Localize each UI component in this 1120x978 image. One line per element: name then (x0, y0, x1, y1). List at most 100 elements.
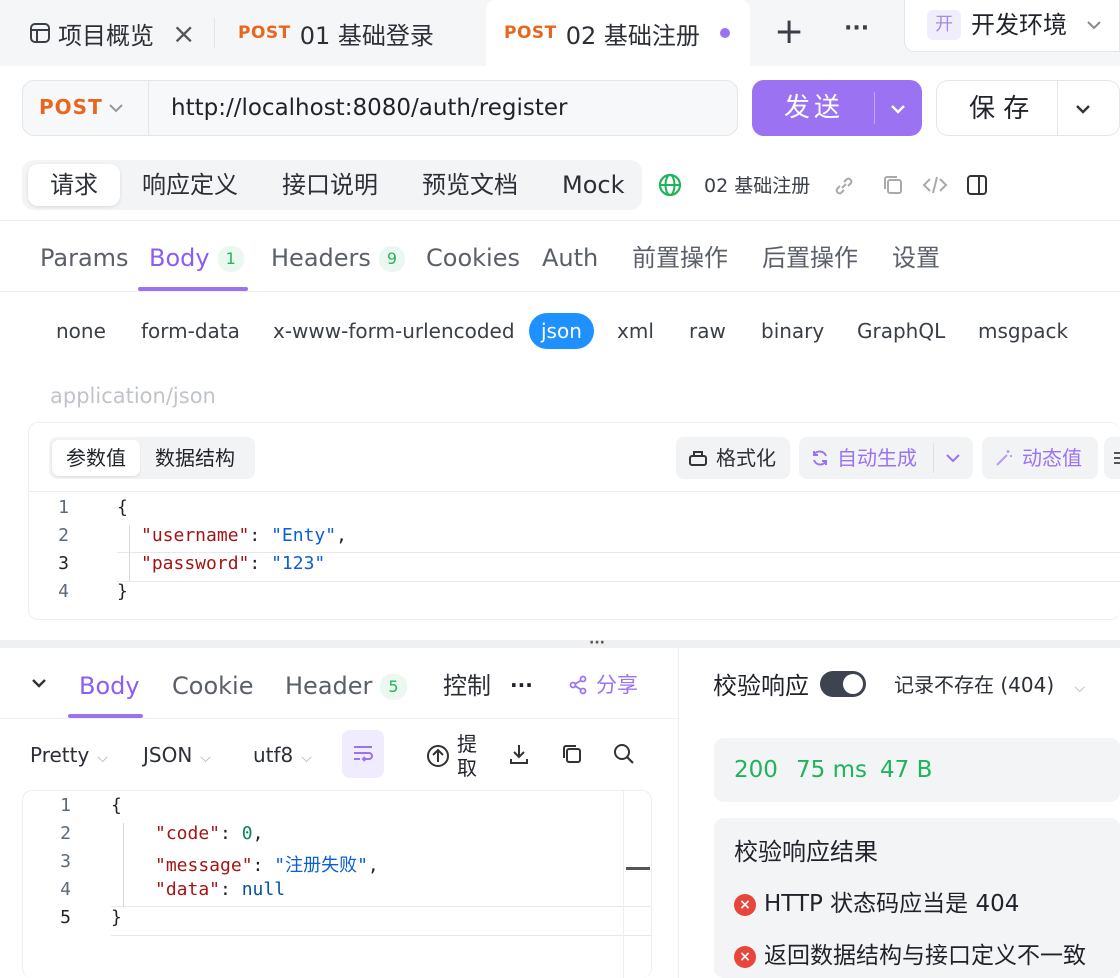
share-button[interactable]: 分享 (568, 670, 638, 700)
panel-toggle-icon[interactable] (966, 174, 988, 196)
method-select[interactable]: POST (23, 81, 149, 135)
indent-guide (123, 823, 124, 907)
tab-body[interactable]: Body 1 (149, 240, 244, 276)
tab-bar: 项目概览 × POST 01 基础登录 POST 02 基础注册 + ··· 开… (0, 0, 1120, 66)
environment-select[interactable]: 开 开发环境 (904, 0, 1120, 52)
tab-post-script[interactable]: 后置操作 (762, 240, 858, 276)
resize-handle[interactable]: ··· (589, 636, 605, 650)
body-type-form-data[interactable]: form-data (141, 318, 240, 344)
more-tools-button[interactable] (1104, 437, 1120, 479)
send-label: 发送 (784, 93, 845, 123)
method-value: POST (39, 95, 103, 119)
extract-icon (426, 744, 450, 768)
extract-button[interactable]: 提取 (426, 732, 482, 780)
method-label: POST (238, 23, 291, 43)
chevron-down-icon: ⌵ (1074, 680, 1086, 696)
pretty-select[interactable]: Pretty ⌵ (30, 740, 108, 773)
unsaved-dot-icon (719, 28, 730, 38)
response-time: 75 ms (796, 757, 867, 783)
chevron-down-icon[interactable] (944, 449, 962, 467)
tab-response-definition[interactable]: 响应定义 (142, 160, 238, 210)
auto-generate-button[interactable]: 自动生成 (799, 437, 973, 479)
resp-tab-console[interactable]: 控制 (443, 668, 491, 704)
dynamic-value-button[interactable]: 动态值 (982, 437, 1098, 479)
body-type-binary[interactable]: binary (761, 318, 824, 344)
add-tab-button[interactable]: + (774, 10, 804, 54)
tab-pre-script[interactable]: 前置操作 (632, 240, 728, 276)
tab-api-description[interactable]: 接口说明 (282, 160, 378, 210)
refresh-icon (810, 448, 830, 468)
validation-title: 校验响应结果 (734, 838, 878, 866)
tab-auth[interactable]: Auth (542, 240, 598, 276)
tab-project-overview[interactable]: 项目概览 × (28, 0, 195, 66)
scrollbar[interactable] (623, 791, 651, 978)
body-type-graphql[interactable]: GraphQL (857, 318, 945, 344)
extract-label: 提取 (457, 732, 477, 780)
active-line-highlight (111, 906, 651, 936)
copy-icon[interactable] (882, 174, 904, 196)
tab-params[interactable]: Params (40, 240, 129, 276)
response-body-viewer[interactable]: 1{ 2 "code": 0, 3 "message": "注册失败", 4 "dat… (22, 790, 652, 978)
link-icon[interactable] (832, 174, 856, 198)
format-select[interactable]: JSON ⌵ (143, 740, 211, 773)
search-icon[interactable] (613, 743, 635, 765)
tab-label: 01 基础登录 (299, 21, 434, 50)
error-icon: × (734, 945, 756, 968)
url-bar: POST http://localhost:8080/auth/register (22, 80, 738, 136)
content-type-placeholder[interactable]: application/json (50, 382, 216, 410)
tab-request[interactable]: 请求 (28, 164, 120, 206)
tab-param-values[interactable]: 参数值 (52, 440, 140, 476)
close-icon[interactable]: × (172, 17, 195, 50)
indent-guide (129, 525, 130, 581)
tab-mock[interactable]: Mock (562, 160, 624, 210)
more-tabs-button[interactable]: ··· (844, 14, 869, 44)
tab-register[interactable]: POST 02 基础注册 (486, 0, 750, 66)
body-type-urlencoded[interactable]: x-www-form-urlencoded (273, 318, 515, 344)
headers-count-badge: 9 (378, 246, 406, 272)
encoding-select[interactable]: utf8 ⌵ (253, 740, 312, 773)
status-code: 200 (734, 757, 778, 783)
resp-tab-body[interactable]: Body (79, 668, 140, 704)
chevron-down-icon: ⌵ (97, 750, 108, 766)
tab-settings[interactable]: 设置 (892, 240, 940, 276)
resp-tab-header[interactable]: Header 5 (285, 668, 407, 704)
panel-resize-divider[interactable] (0, 640, 1120, 648)
expected-response-select[interactable]: 记录不存在 (404) ⌵ (894, 671, 1085, 702)
send-button[interactable]: 发送 (752, 80, 922, 136)
copy-icon[interactable] (561, 743, 583, 765)
menu-icon (1114, 451, 1120, 465)
body-type-msgpack[interactable]: msgpack (978, 318, 1068, 344)
collapse-icon[interactable] (30, 674, 48, 692)
validate-toggle[interactable] (820, 671, 866, 697)
send-dropdown-divider (874, 92, 875, 124)
share-icon (568, 675, 588, 695)
tab-cookies[interactable]: Cookies (426, 240, 520, 276)
body-type-none[interactable]: none (56, 318, 106, 344)
save-button[interactable]: 保 存 (936, 80, 1120, 136)
error-icon: × (734, 893, 756, 916)
magic-wand-icon (994, 448, 1014, 468)
body-type-xml[interactable]: xml (617, 318, 654, 344)
more-icon[interactable]: ··· (510, 674, 533, 696)
tab-preview-doc[interactable]: 预览文档 (422, 160, 518, 210)
env-badge: 开 (927, 10, 961, 40)
format-button[interactable]: 格式化 (676, 437, 790, 479)
chevron-down-icon[interactable] (1073, 99, 1093, 119)
download-icon[interactable] (508, 743, 530, 765)
tab-label: 02 基础注册 (565, 21, 700, 50)
url-input[interactable]: http://localhost:8080/auth/register (171, 93, 567, 123)
chevron-down-icon (1085, 16, 1103, 34)
wrap-lines-button[interactable] (342, 730, 384, 778)
tab-login[interactable]: POST 01 基础登录 (238, 0, 434, 66)
globe-icon (658, 173, 682, 197)
body-type-json[interactable]: json (529, 313, 594, 349)
chevron-down-icon[interactable] (888, 99, 908, 119)
tab-data-schema[interactable]: 数据结构 (155, 440, 235, 476)
body-type-raw[interactable]: raw (689, 318, 726, 344)
save-label: 保 存 (969, 94, 1030, 124)
validate-response-label: 校验响应 (713, 672, 809, 700)
code-icon[interactable] (922, 174, 948, 196)
api-name: 02 基础注册 (704, 175, 811, 197)
tab-headers[interactable]: Headers 9 (271, 240, 406, 276)
resp-tab-cookie[interactable]: Cookie (172, 668, 253, 704)
